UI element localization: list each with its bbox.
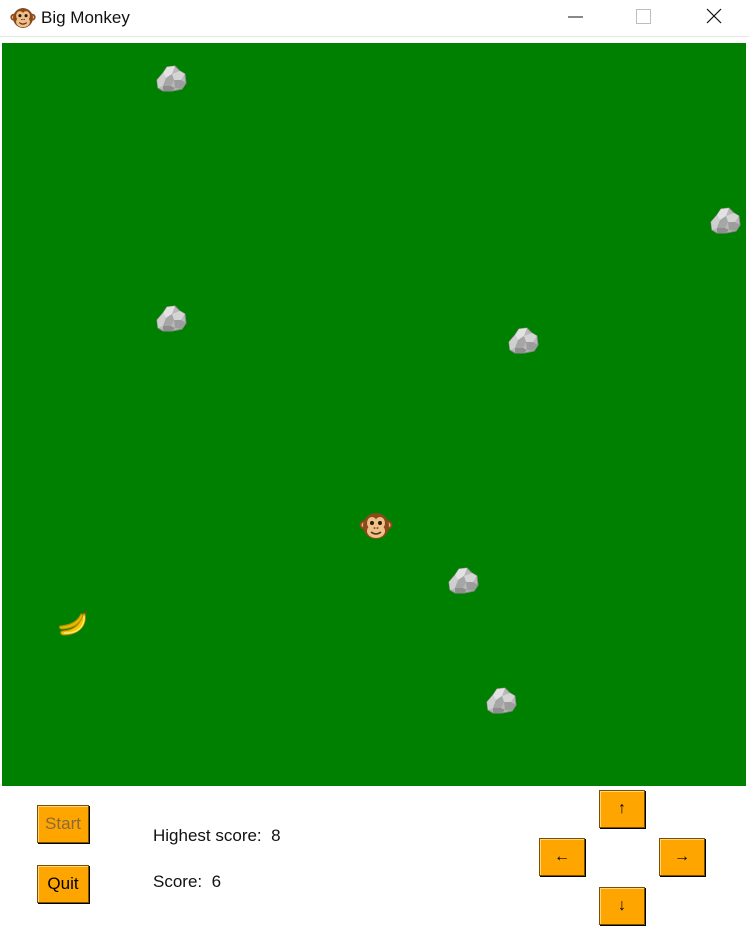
window-title: Big Monkey xyxy=(41,8,130,27)
down-arrow-button[interactable]: ↓ xyxy=(599,887,645,925)
maximize-icon xyxy=(636,9,651,24)
right-arrow-button[interactable]: → xyxy=(659,838,705,876)
current-score: Score: 6 xyxy=(153,872,221,892)
start-button[interactable]: Start xyxy=(37,805,89,843)
score-value: 6 xyxy=(211,872,222,891)
rock-icon xyxy=(484,683,518,717)
rock-icon xyxy=(446,563,480,597)
rock-icon xyxy=(154,301,188,335)
rock-icon xyxy=(506,323,540,357)
quit-button[interactable]: Quit xyxy=(37,865,89,903)
monkey-face-icon xyxy=(10,5,36,31)
up-arrow-button[interactable]: ↑ xyxy=(599,790,645,828)
window-titlebar: Big Monkey xyxy=(0,0,749,37)
rock-icon xyxy=(154,61,188,95)
game-field[interactable] xyxy=(2,43,746,786)
maximize-button[interactable] xyxy=(620,0,666,36)
score-label: Score: xyxy=(153,872,203,891)
highest-score-value: 8 xyxy=(271,826,281,845)
minimize-icon xyxy=(568,16,583,18)
close-button[interactable] xyxy=(690,0,736,36)
banana-icon xyxy=(57,607,91,641)
left-arrow-button[interactable]: ← xyxy=(539,838,585,876)
highest-score: Highest score: 8 xyxy=(153,826,281,846)
monkey-player-icon xyxy=(359,509,393,543)
close-icon xyxy=(706,8,722,24)
minimize-button[interactable] xyxy=(552,0,598,36)
rock-icon xyxy=(708,203,742,237)
highest-score-label: Highest score: xyxy=(153,826,262,845)
